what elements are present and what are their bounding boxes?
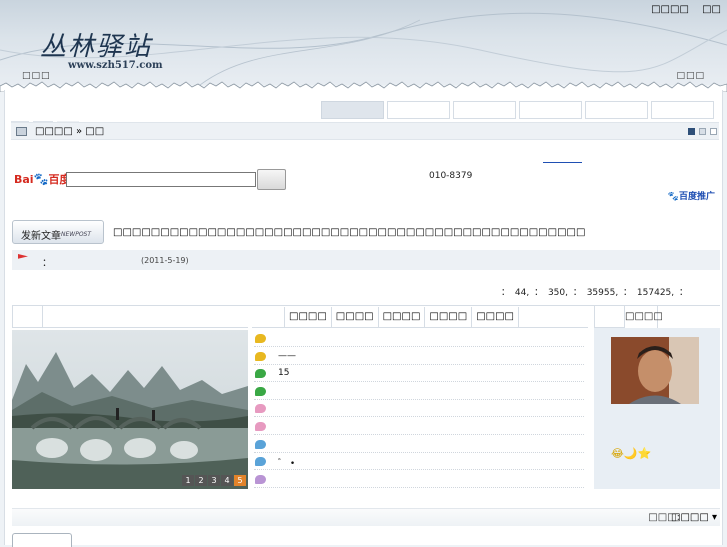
member-body: 😂🌙⭐: [594, 328, 720, 489]
page-container: □□□□ » □□ Bai🐾百度 010-8379 🐾百度推广 发新文章 NEW…: [4, 90, 723, 547]
emote-icons[interactable]: 😂🌙⭐: [611, 447, 651, 460]
announcement-bar: ： (2011-5-19): [12, 250, 720, 270]
content-panel: 12345 □□□□ □□□□ □□□□ □□□□ □□□□ —— 15 ゛ • □…: [12, 305, 720, 489]
baidu-logo[interactable]: Bai🐾百度: [14, 171, 71, 187]
footer-bar: □□□: □□□□ ▾: [12, 508, 720, 526]
list-item[interactable]: ——: [254, 348, 584, 365]
new-post-sublabel: NEWPOST: [61, 231, 92, 238]
slide-tabbar: [12, 306, 248, 328]
nav-tab-5[interactable]: [585, 101, 648, 119]
slideshow-pager: 12345: [181, 475, 246, 486]
forum-stats: ： 44, ： 350, ： 35955, ： 157425, ：: [501, 288, 688, 298]
footer-dropdown[interactable]: □□□□ ▾: [671, 512, 717, 523]
posts-tab-4[interactable]: □□□□: [425, 307, 473, 327]
list-item[interactable]: 15: [254, 365, 584, 383]
site-url: www.szh517.com: [68, 60, 163, 71]
nav-tab-3[interactable]: [453, 101, 516, 119]
nav-tab-6[interactable]: [651, 101, 714, 119]
top-links: □□□□ □□: [641, 4, 721, 15]
posts-tab-3[interactable]: □□□□: [379, 307, 426, 327]
baidu-search: Bai🐾百度 010-8379 🐾百度推广: [13, 162, 721, 202]
posts-tabs: □□□□ □□□□ □□□□ □□□□ □□□□: [284, 307, 519, 327]
slideshow[interactable]: 12345: [12, 330, 248, 489]
breadcrumb-home[interactable]: □□□□: [35, 126, 73, 137]
contact-phone: 010-8379: [429, 171, 473, 181]
new-post-button[interactable]: 发新文章 NEWPOST: [12, 220, 104, 244]
slide-image[interactable]: [12, 330, 248, 489]
posts-tab-2[interactable]: □□□□: [332, 307, 379, 327]
nav-tab-2[interactable]: [387, 101, 450, 119]
home-icon[interactable]: [16, 127, 27, 136]
pager-page-5[interactable]: 5: [234, 475, 246, 486]
pager-page-2[interactable]: 2: [195, 475, 207, 486]
member-photo-image: [611, 337, 699, 404]
blue-link-underline[interactable]: [543, 162, 582, 163]
member-panel: □□□□ 😂🌙⭐: [594, 306, 720, 489]
slide-tab-empty: [43, 306, 248, 328]
posts-tab-1[interactable]: □□□□: [284, 307, 332, 327]
member-tabs: □□□□: [594, 306, 720, 328]
chat-bubble-icon: [255, 369, 266, 379]
member-tab[interactable]: □□□□: [625, 306, 663, 328]
chat-bubble-icon: [255, 439, 266, 449]
chat-bubble-icon: [255, 474, 266, 484]
style-switch-white[interactable]: [710, 128, 717, 135]
search-input[interactable]: [66, 172, 256, 187]
chat-bubble-icon: [255, 386, 266, 396]
list-item[interactable]: [254, 330, 584, 347]
breadcrumb-current[interactable]: □□: [85, 126, 104, 137]
flag-icon: [18, 254, 28, 259]
nav-tab-4[interactable]: [519, 101, 582, 119]
list-item[interactable]: [254, 383, 584, 400]
top-link-login[interactable]: □□□□: [651, 4, 689, 15]
breadcrumb: □□□□ » □□: [35, 126, 104, 137]
posts-divider: [252, 327, 588, 328]
new-post-label: 发新文章: [21, 231, 61, 242]
chat-bubble-icon: [255, 351, 266, 361]
chat-bubble-icon: [255, 422, 266, 431]
list-item-text[interactable]: ——: [278, 351, 296, 361]
main-nav: [11, 100, 719, 125]
member-tab-empty[interactable]: [594, 306, 625, 328]
nav-tab-1[interactable]: [321, 101, 384, 119]
site-header: 丛林驿站 www.szh517.com □□□□ □□ □□□ □□□: [0, 0, 727, 85]
baidu-paw-icon: 🐾: [33, 172, 49, 186]
member-photo[interactable]: [611, 337, 699, 404]
list-item[interactable]: ゛ •: [254, 453, 584, 471]
notice-text: □□□□□□□□□□□□□□□□□□□□□□□□□□□□□□□□□□□□□□□□…: [113, 227, 586, 238]
breadcrumb-bar: □□□□ » □□: [11, 122, 719, 140]
pager-page-3[interactable]: 3: [208, 475, 220, 486]
chat-bubble-icon: [255, 457, 266, 467]
list-item[interactable]: [254, 436, 584, 453]
chat-bubble-icon: [255, 334, 266, 343]
list-item-text[interactable]: 15: [278, 368, 289, 378]
list-item[interactable]: [254, 418, 584, 435]
style-switch-light[interactable]: [699, 128, 706, 135]
slide-tab[interactable]: [12, 306, 43, 328]
posts-tab-5[interactable]: □□□□: [472, 307, 519, 327]
style-switch-dark[interactable]: [688, 128, 695, 135]
latest-posts: □□□□ □□□□ □□□□ □□□□ □□□□ —— 15 ゛ •: [252, 306, 588, 489]
list-item[interactable]: [254, 471, 584, 488]
list-item[interactable]: [254, 400, 584, 418]
baidu-promo-link[interactable]: 🐾百度推广: [668, 189, 715, 202]
announcement-colon: ：: [42, 258, 52, 269]
search-button[interactable]: [257, 169, 286, 190]
baidu-logo-bai: Bai: [14, 173, 34, 186]
pager-page-4[interactable]: 4: [221, 475, 233, 486]
breadcrumb-separator: »: [72, 126, 86, 137]
list-item-text[interactable]: ゛ •: [278, 456, 295, 469]
pager-page-1[interactable]: 1: [182, 475, 194, 486]
announcement-date: (2011-5-19): [141, 256, 189, 265]
site-logo[interactable]: 丛林驿站: [40, 26, 152, 63]
top-link-register[interactable]: □□: [702, 4, 721, 15]
chat-bubble-icon: [255, 404, 266, 414]
